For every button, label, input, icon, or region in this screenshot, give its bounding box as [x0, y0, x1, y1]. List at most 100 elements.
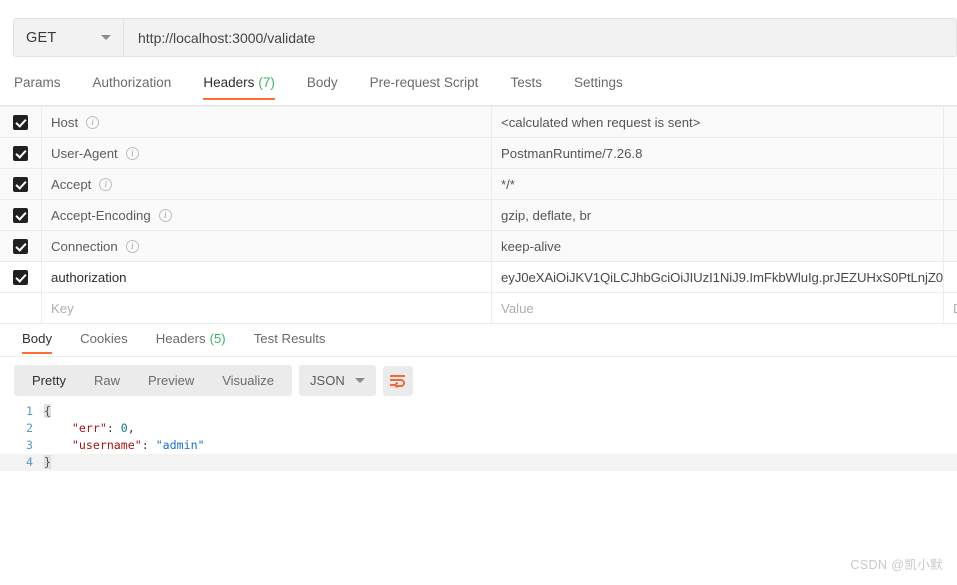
response-tab-test-results[interactable]: Test Results	[254, 325, 326, 354]
header-row-checkbox-cell[interactable]	[0, 107, 42, 137]
header-value-cell[interactable]: keep-alive	[492, 231, 944, 261]
header-key-text: User-Agent	[51, 145, 118, 161]
header-row-checkbox-cell[interactable]	[0, 200, 42, 230]
watermark-text: CSDN @凯小默	[850, 558, 943, 572]
word-wrap-toggle-button[interactable]	[382, 365, 413, 396]
new-header-value-input[interactable]: Value	[492, 293, 944, 323]
table-row[interactable]: User-Agent i PostmanRuntime/7.26.8	[0, 138, 957, 169]
code-line: 1 {	[0, 403, 957, 420]
info-icon[interactable]: i	[125, 239, 139, 253]
header-description-cell[interactable]	[944, 262, 957, 292]
response-tab-body-label: Body	[22, 331, 53, 346]
checkbox-checked-icon[interactable]	[13, 238, 28, 254]
header-value-text: eyJ0eXAiOiJKV1QiLCJhbGciOiJIUzI1NiJ9.ImF…	[501, 269, 944, 285]
tab-authorization-label: Authorization	[92, 75, 172, 90]
http-method-selector[interactable]: GET	[14, 19, 124, 56]
header-key-cell[interactable]: Connection i	[42, 231, 492, 261]
header-key-cell[interactable]: User-Agent i	[42, 138, 492, 168]
header-key-text: Host	[51, 114, 79, 130]
table-row[interactable]: Host i <calculated when request is sent>	[0, 107, 957, 138]
header-value-cell[interactable]: <calculated when request is sent>	[492, 107, 944, 137]
http-method-label: GET	[26, 29, 57, 46]
chevron-down-icon	[354, 378, 365, 383]
header-description-cell[interactable]	[944, 169, 957, 199]
tab-tests-label: Tests	[510, 75, 542, 90]
checkbox-checked-icon[interactable]	[13, 176, 28, 192]
response-tab-bar: Body Cookies Headers (5) Test Results	[0, 325, 957, 357]
response-tab-body[interactable]: Body	[22, 325, 53, 354]
new-header-description-input[interactable]: D	[944, 293, 957, 323]
table-row[interactable]: Accept-Encoding i gzip, deflate, br	[0, 200, 957, 231]
header-row-checkbox-cell[interactable]	[0, 231, 42, 261]
code-token-comma: ,	[127, 421, 135, 435]
header-key-text: authorization	[51, 269, 127, 285]
headers-table: Host i <calculated when request is sent>…	[0, 106, 957, 324]
response-tab-headers[interactable]: Headers (5)	[156, 325, 226, 354]
tab-body[interactable]: Body	[307, 68, 338, 100]
response-view-mode-group: Pretty Raw Preview Visualize	[14, 365, 293, 396]
header-key-cell[interactable]: authorization	[42, 262, 492, 292]
header-row-checkbox-cell[interactable]	[0, 293, 42, 323]
checkbox-checked-icon[interactable]	[13, 114, 28, 130]
info-icon[interactable]: i	[99, 177, 113, 191]
tab-body-label: Body	[306, 75, 338, 90]
response-body-toolbar: Pretty Raw Preview Visualize JSON	[14, 365, 413, 396]
header-value-cell[interactable]: eyJ0eXAiOiJKV1QiLCJhbGciOiJIUzI1NiJ9.ImF…	[492, 262, 944, 292]
header-value-cell[interactable]: PostmanRuntime/7.26.8	[492, 138, 944, 168]
code-token-close-brace: }	[44, 455, 51, 469]
tab-authorization[interactable]: Authorization	[93, 68, 172, 100]
checkbox-checked-icon[interactable]	[13, 145, 28, 161]
tab-params[interactable]: Params	[14, 68, 61, 100]
info-icon[interactable]: i	[86, 115, 100, 129]
response-body-code-viewer[interactable]: 1 { 2 "err": 0, 3 "username": "admin" 4 …	[0, 403, 957, 503]
code-line: 2 "err": 0,	[0, 420, 957, 437]
table-row[interactable]: Accept i */*	[0, 169, 957, 200]
code-token-colon: :	[106, 421, 121, 435]
table-row[interactable]: Connection i keep-alive	[0, 231, 957, 262]
header-key-text: Accept	[51, 176, 92, 192]
view-mode-preview[interactable]: Preview	[134, 365, 208, 396]
tab-headers[interactable]: Headers (7)	[203, 68, 275, 100]
chevron-down-icon	[101, 35, 111, 40]
info-icon[interactable]: i	[158, 208, 172, 222]
tab-pre-request-script[interactable]: Pre-request Script	[370, 68, 479, 100]
response-tab-cookies[interactable]: Cookies	[80, 325, 128, 354]
header-row-checkbox-cell[interactable]	[0, 169, 42, 199]
header-description-cell[interactable]	[944, 200, 957, 230]
new-header-key-input[interactable]: Key	[42, 293, 492, 323]
header-value-text: <calculated when request is sent>	[501, 114, 701, 130]
header-value-text: gzip, deflate, br	[501, 207, 592, 223]
line-number: 3	[26, 438, 33, 452]
header-key-cell[interactable]: Host i	[42, 107, 492, 137]
header-value-cell[interactable]: */*	[492, 169, 944, 199]
code-token-key: "err"	[71, 421, 107, 435]
header-value-cell[interactable]: gzip, deflate, br	[492, 200, 944, 230]
response-format-label: JSON	[310, 373, 345, 388]
checkbox-checked-icon[interactable]	[13, 207, 28, 223]
header-key-text: Connection	[51, 238, 118, 254]
checkbox-checked-icon[interactable]	[13, 269, 28, 285]
header-key-cell[interactable]: Accept-Encoding i	[42, 200, 492, 230]
header-row-checkbox-cell[interactable]	[0, 262, 42, 292]
table-row[interactable]: authorization eyJ0eXAiOiJKV1QiLCJhbGciOi…	[0, 262, 957, 293]
response-format-selector[interactable]: JSON	[299, 365, 376, 396]
tab-headers-count: (7)	[258, 75, 275, 90]
code-token-colon: :	[141, 438, 156, 452]
header-value-text: */*	[501, 176, 515, 192]
tab-tests[interactable]: Tests	[510, 68, 542, 100]
header-row-checkbox-cell[interactable]	[0, 138, 42, 168]
line-number: 1	[26, 404, 33, 418]
header-description-cell[interactable]	[944, 138, 957, 168]
request-url-input[interactable]: http://localhost:3000/validate	[124, 19, 956, 56]
header-description-cell[interactable]	[944, 231, 957, 261]
view-mode-pretty[interactable]: Pretty	[18, 365, 80, 396]
header-description-cell[interactable]	[944, 107, 957, 137]
tab-settings[interactable]: Settings	[574, 68, 623, 100]
view-mode-raw[interactable]: Raw	[80, 365, 134, 396]
view-mode-visualize[interactable]: Visualize	[208, 365, 288, 396]
header-key-cell[interactable]: Accept i	[42, 169, 492, 199]
code-line: 3 "username": "admin"	[0, 437, 957, 454]
tab-headers-label: Headers	[203, 75, 255, 90]
table-row-new[interactable]: Key Value D	[0, 293, 957, 324]
info-icon[interactable]: i	[125, 146, 139, 160]
